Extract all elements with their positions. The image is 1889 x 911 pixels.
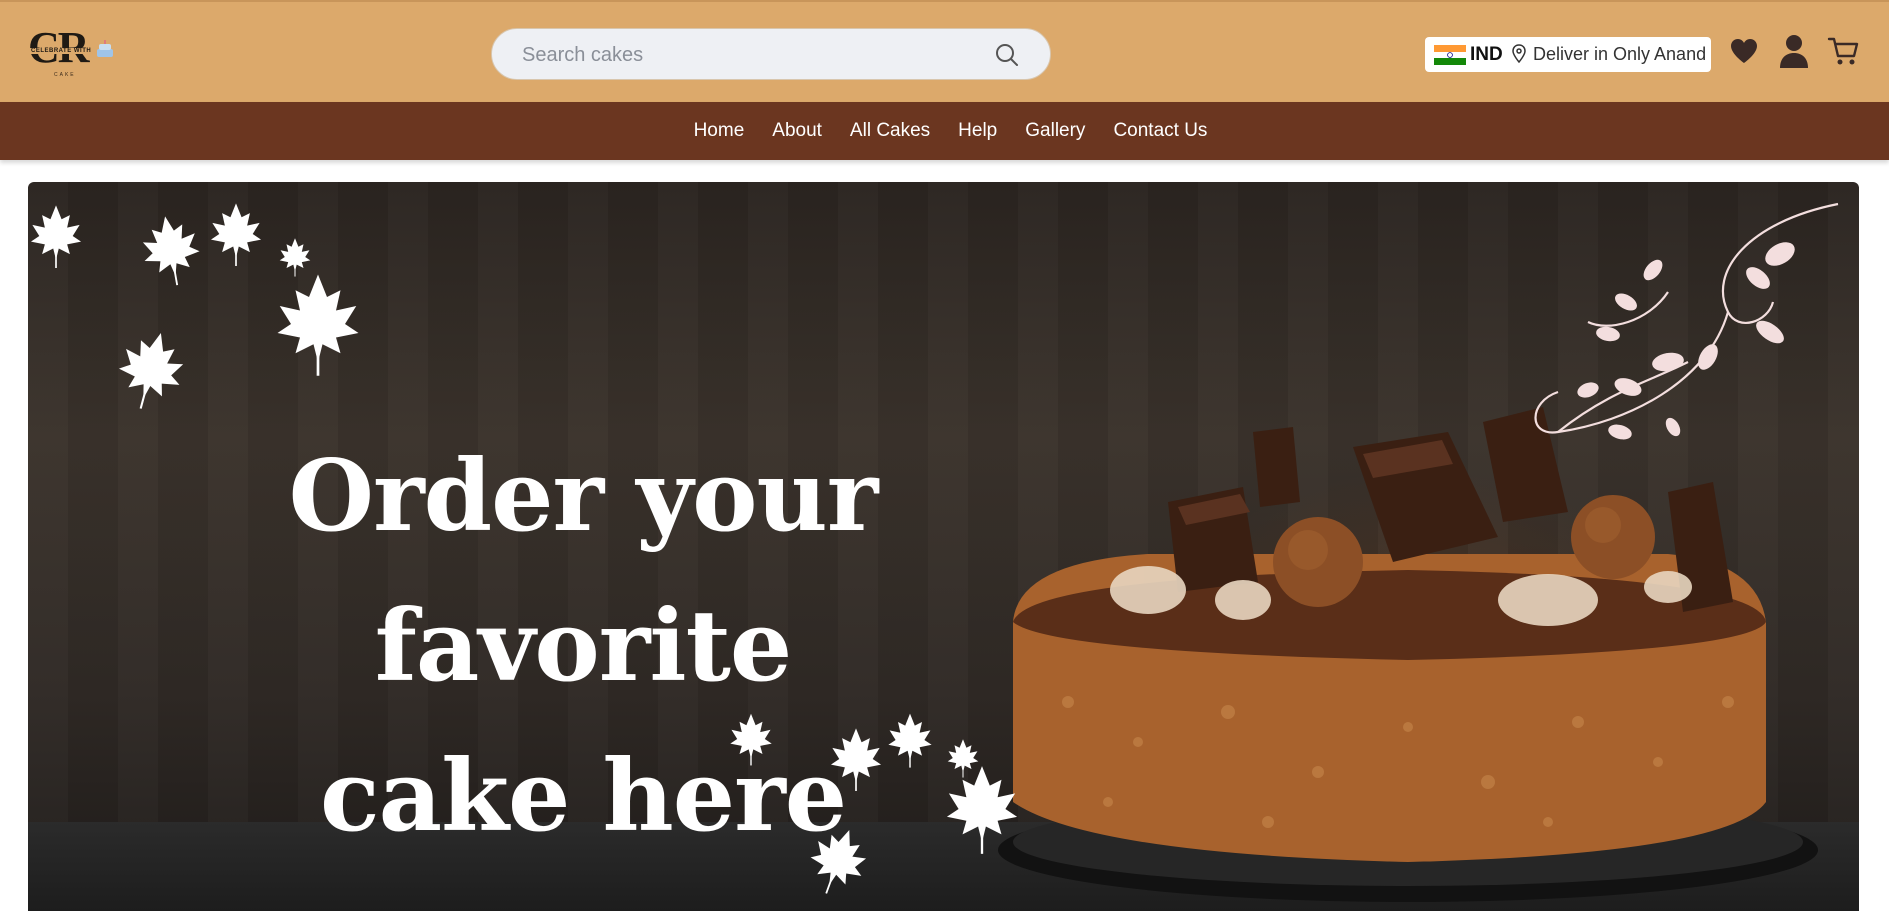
floral-leaf-icons: [1577, 242, 1795, 440]
user-icon[interactable]: [1778, 34, 1810, 68]
main-nav: Home About All Cakes Help Gallery Contac…: [0, 102, 1889, 160]
floral-branch-icon: [1534, 202, 1839, 434]
delivery-location-text: Deliver in Only Anand: [1533, 44, 1707, 64]
heart-icon[interactable]: [1729, 36, 1759, 66]
chocolate-cake-image: [998, 407, 1818, 902]
nav-help[interactable]: Help: [958, 120, 997, 142]
location-selector[interactable]: IND Deliver in Only Anand: [1425, 37, 1711, 72]
country-code: IND: [1470, 44, 1503, 65]
logo-tagline: CELEBRATE WITH: [30, 48, 93, 54]
nav-home[interactable]: Home: [694, 120, 745, 142]
nav-about[interactable]: About: [772, 120, 822, 142]
search-input[interactable]: [522, 41, 962, 69]
hero-banner: Order your favorite cake here: [28, 182, 1859, 911]
nav-all-cakes[interactable]: All Cakes: [850, 120, 930, 142]
cart-icon[interactable]: [1827, 36, 1859, 66]
nav-gallery[interactable]: Gallery: [1025, 120, 1085, 142]
search-bar: [491, 28, 1051, 80]
location-pin-icon: [1512, 44, 1526, 64]
logo-sub: CAKE: [54, 72, 76, 78]
hero-headline: Order your favorite cake here: [68, 422, 1098, 872]
search-icon[interactable]: [994, 42, 1020, 68]
hero-headline-line2: cake here: [319, 739, 847, 854]
top-header: CR CELEBRATE WITH CAKE IND Deliver in On…: [0, 0, 1889, 102]
logo-cake-icon: [97, 40, 113, 57]
india-flag-icon: [1434, 45, 1466, 65]
logo[interactable]: CR CELEBRATE WITH CAKE: [28, 24, 118, 80]
hero-headline-line1: Order your favorite: [288, 439, 879, 704]
nav-contact-us[interactable]: Contact Us: [1113, 120, 1207, 142]
